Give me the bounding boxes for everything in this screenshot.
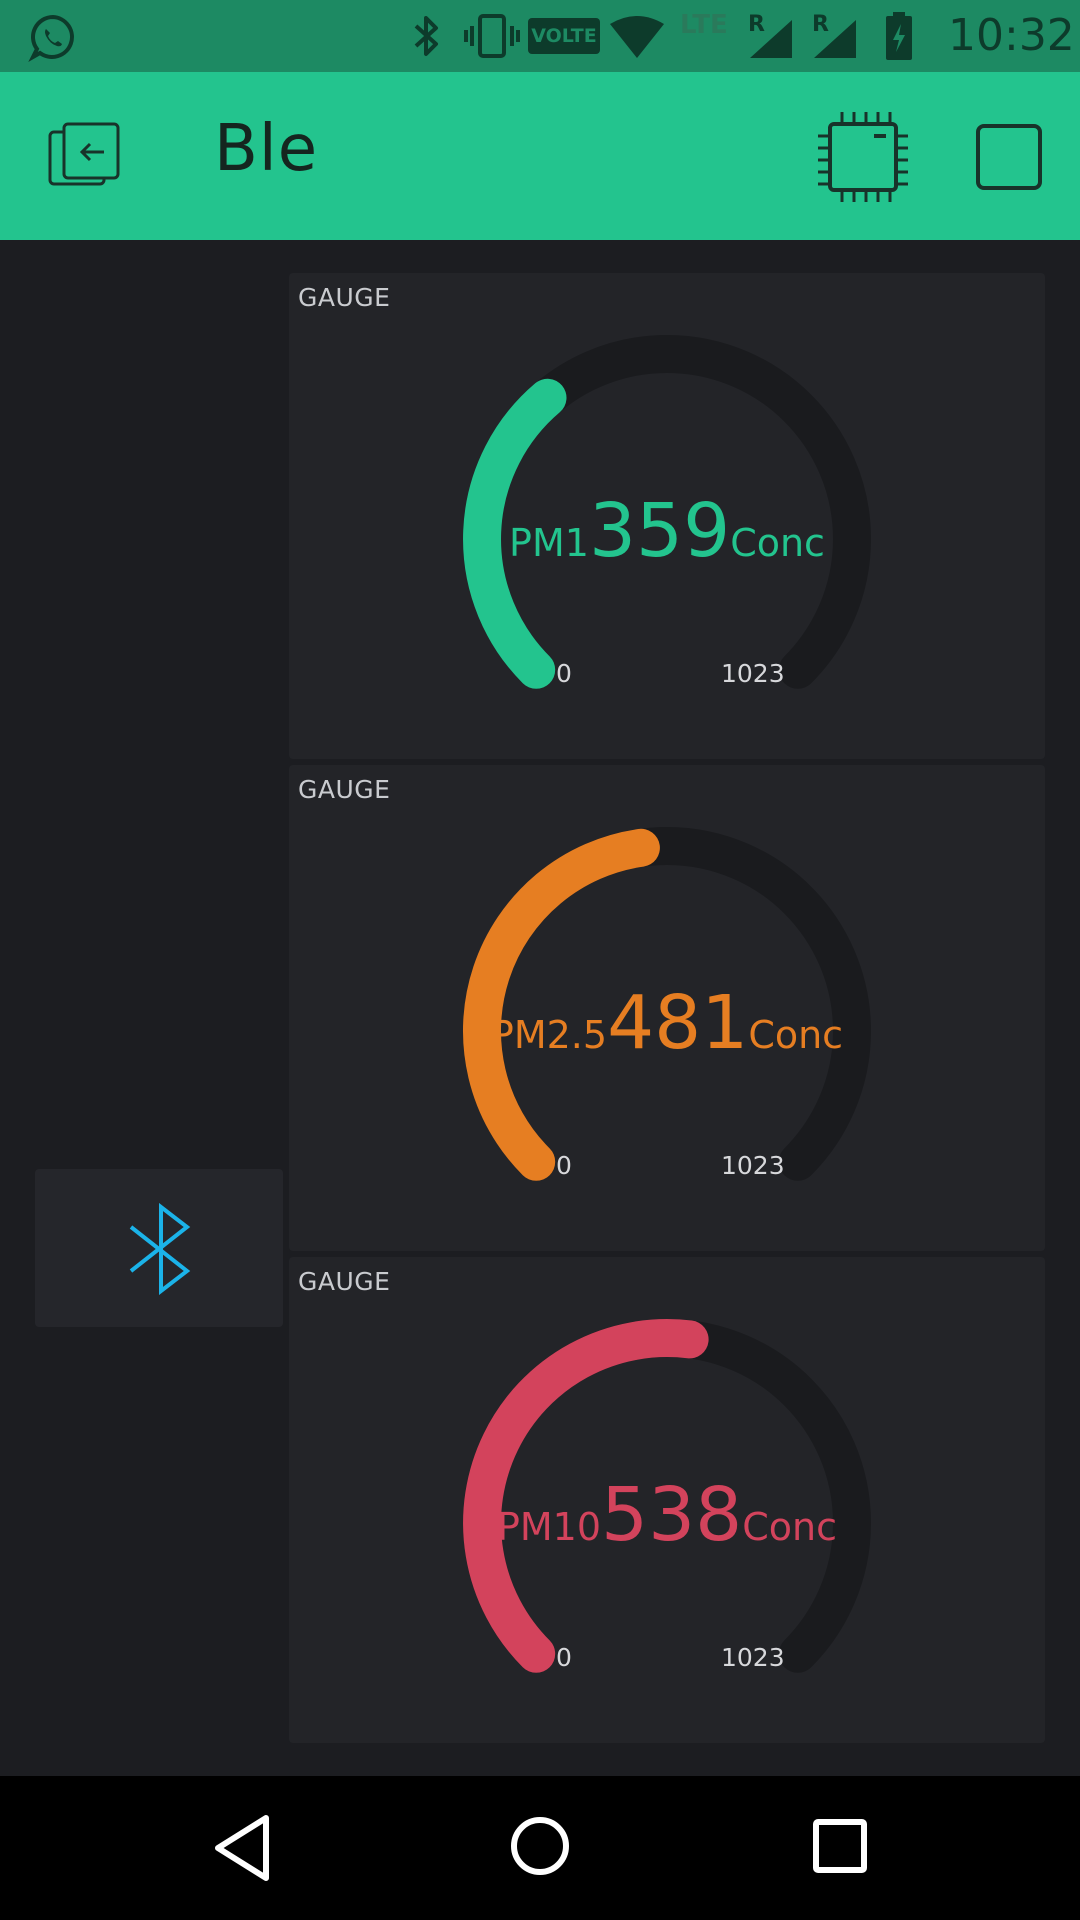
bluetooth-icon xyxy=(414,16,438,56)
battery-charging-icon xyxy=(886,12,912,60)
lte-label: LTE xyxy=(680,10,728,40)
gauge-value-line: PM2.5481Conc xyxy=(289,980,1045,1066)
gauge-min-label: 0 xyxy=(556,1643,572,1672)
signal-icon xyxy=(814,20,856,58)
gauge-label-prefix: PM10 xyxy=(496,1505,602,1549)
gauge-label-suffix: Conc xyxy=(742,1505,838,1549)
vibrate-icon xyxy=(464,14,520,58)
gauge-value: 538 xyxy=(601,1472,743,1558)
gauge-label-suffix: Conc xyxy=(730,521,825,565)
gauge-value-line: PM10538Conc xyxy=(289,1472,1045,1558)
page-title: Ble xyxy=(214,112,319,186)
gauge-label-prefix: PM1 xyxy=(509,521,589,565)
device-chip-icon[interactable] xyxy=(814,108,912,206)
back-icon[interactable] xyxy=(210,1812,276,1884)
gauge-value: 359 xyxy=(588,488,731,574)
recents-icon[interactable] xyxy=(812,1818,868,1874)
gauge-widget[interactable]: GAUGE PM10538Conc 0 1023 xyxy=(289,1257,1045,1743)
gauge-max-label: 1023 xyxy=(721,1151,785,1180)
wifi-icon xyxy=(610,16,664,58)
gauge-widget[interactable]: GAUGE PM1359Conc 0 1023 xyxy=(289,273,1045,759)
gauge-label-suffix: Conc xyxy=(748,1013,844,1057)
gauge-value-line: PM1359Conc xyxy=(289,488,1045,574)
app-bar: Ble xyxy=(0,72,1080,240)
gauge-label-prefix: PM2.5 xyxy=(490,1013,608,1057)
gauge-widget[interactable]: GAUGE PM2.5481Conc 0 1023 xyxy=(289,765,1045,1251)
lte-icon: LTE xyxy=(680,10,728,40)
ble-widget[interactable] xyxy=(35,1169,283,1327)
gauge-min-label: 0 xyxy=(556,1151,572,1180)
gauge-max-label: 1023 xyxy=(721,659,785,688)
status-bar: VOLTE LTE R R 10:32 xyxy=(0,0,1080,72)
exit-icon[interactable] xyxy=(46,120,122,192)
home-icon[interactable] xyxy=(508,1814,572,1878)
gauge-min-label: 0 xyxy=(556,659,572,688)
volte-label: VOLTE xyxy=(531,25,597,47)
play-stop-icon[interactable] xyxy=(974,122,1044,192)
dashboard-canvas: GAUGE PM1359Conc 0 1023 GAUGE PM2.5481Co… xyxy=(0,240,1080,1776)
signal-icon xyxy=(750,20,792,58)
navigation-bar xyxy=(0,1776,1080,1920)
gauge-max-label: 1023 xyxy=(721,1643,785,1672)
volte-icon: VOLTE xyxy=(528,18,600,54)
status-time: 10:32 xyxy=(948,10,1075,61)
gauge-value: 481 xyxy=(607,980,749,1066)
whatsapp-icon xyxy=(28,14,74,62)
bluetooth-icon xyxy=(129,1203,191,1295)
